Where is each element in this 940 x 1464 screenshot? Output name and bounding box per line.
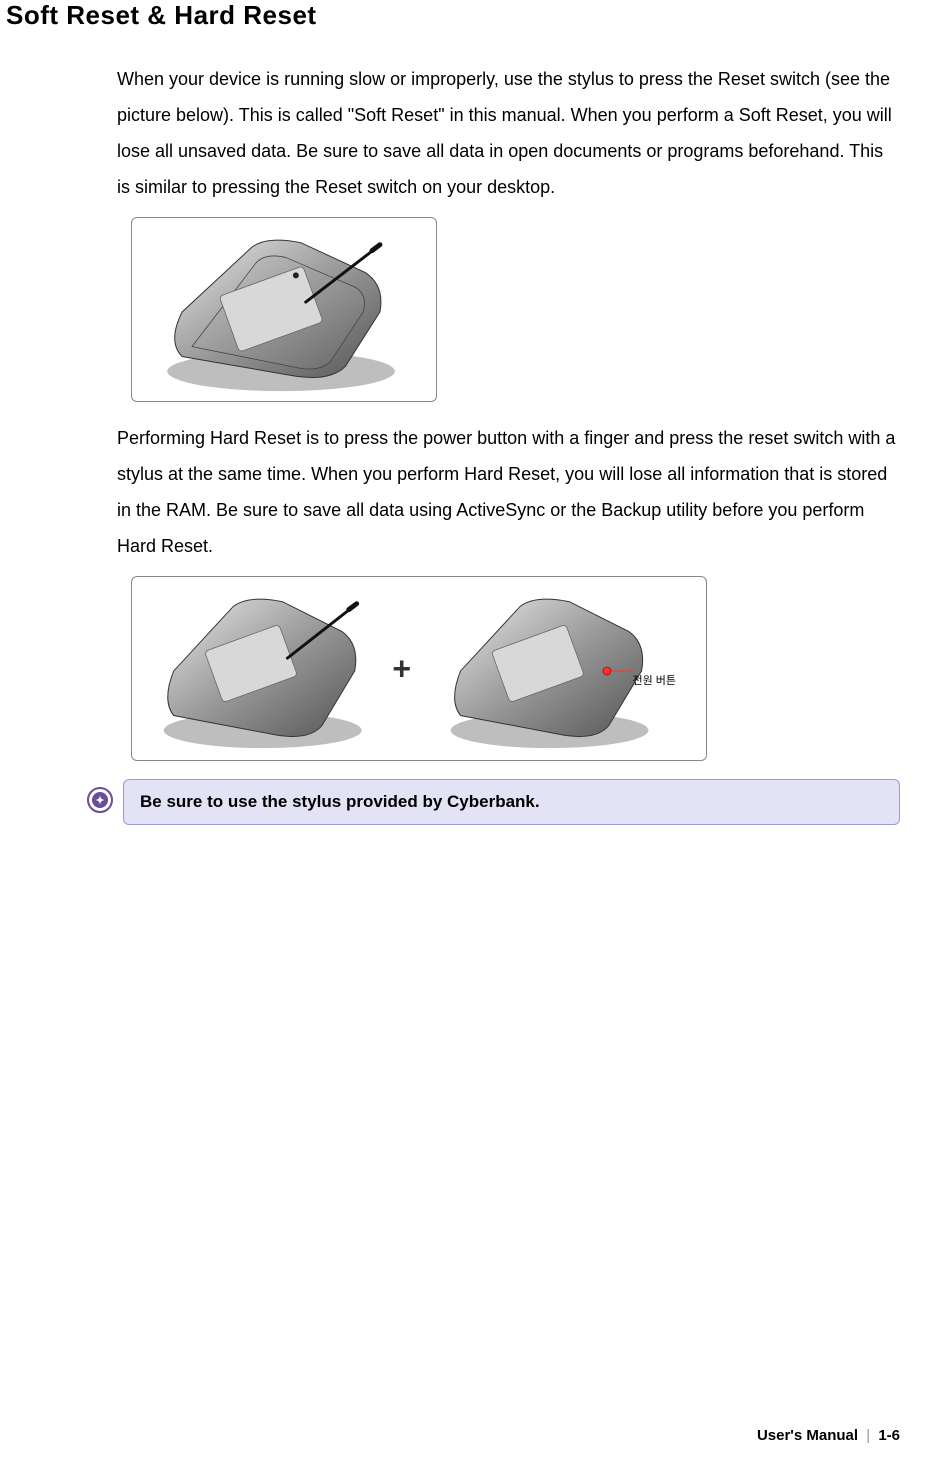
- callout-text: Be sure to use the stylus provided by Cy…: [123, 779, 900, 825]
- callout-note: ✦ Be sure to use the stylus provided by …: [87, 779, 900, 825]
- figure-soft-reset: [131, 217, 437, 402]
- page-footer: User's Manual | 1-6: [757, 1427, 900, 1444]
- main-content: When your device is running slow or impr…: [117, 61, 900, 825]
- footer-page-number: 1-6: [878, 1427, 900, 1444]
- figure-hard-reset: + 전원 버튼: [131, 576, 707, 761]
- footer-label: User's Manual: [757, 1427, 858, 1444]
- power-button-label: 전원 버튼: [632, 672, 676, 688]
- footer-divider: |: [866, 1427, 870, 1444]
- paragraph-hard-reset: Performing Hard Reset is to press the po…: [117, 420, 900, 564]
- paragraph-soft-reset: When your device is running slow or impr…: [117, 61, 900, 205]
- plus-icon: +: [392, 650, 411, 687]
- hard-reset-illustration: [132, 577, 706, 760]
- page-title: Soft Reset & Hard Reset: [6, 0, 940, 31]
- soft-reset-illustration: [132, 218, 436, 401]
- tip-icon: ✦: [87, 787, 113, 813]
